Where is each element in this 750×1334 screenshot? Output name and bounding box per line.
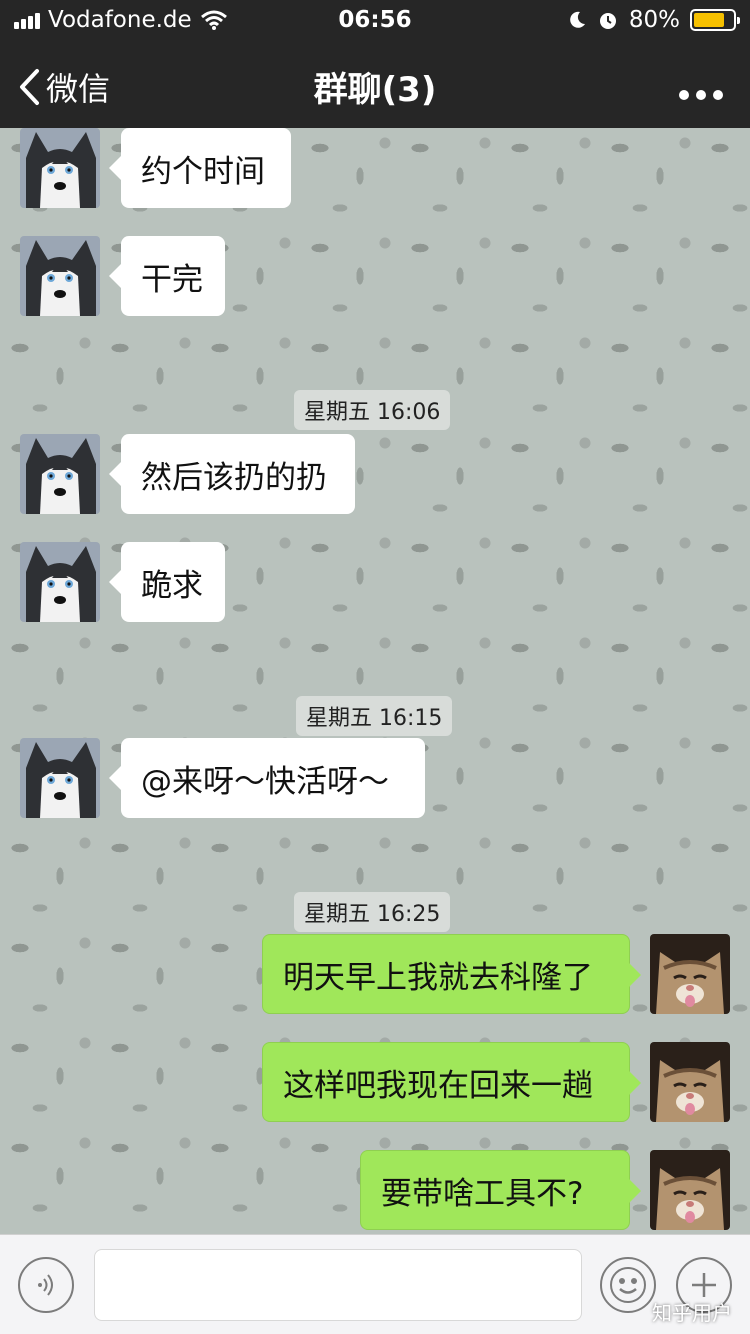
chat-area[interactable]: 约个时间干完星期五 16:06 然后该扔的扔 跪求星期五 16:15 @来呀～快活呀～… xyxy=(0,128,750,1234)
incoming-message[interactable]: 跪求 xyxy=(109,542,225,622)
nav-bar: 微信 群聊(3) xyxy=(0,40,750,128)
timestamp: 星期五 16:06 xyxy=(294,390,451,430)
husky-avatar[interactable] xyxy=(20,128,100,208)
cat-avatar[interactable] xyxy=(650,1150,730,1230)
battery-icon xyxy=(690,9,740,31)
cat-avatar[interactable] xyxy=(650,934,730,1014)
chat-title: 群聊(3) xyxy=(313,70,437,110)
incoming-message[interactable]: 干完 xyxy=(109,236,225,316)
battery-fill xyxy=(694,13,725,27)
outgoing-message[interactable]: 要带啥工具不? xyxy=(360,1150,641,1230)
voice-icon[interactable] xyxy=(18,1257,74,1313)
status-bar: Vodafone.de 06:56 80% xyxy=(0,0,750,40)
incoming-message[interactable]: @来呀～快活呀～ xyxy=(109,738,425,818)
status-right: 80% xyxy=(567,7,740,33)
watermark: 知乎用户 xyxy=(652,1301,732,1325)
outgoing-message[interactable]: 明天早上我就去科隆了 xyxy=(262,934,641,1014)
timestamp: 星期五 16:15 xyxy=(296,696,453,736)
battery-label: 80% xyxy=(628,7,680,33)
incoming-message[interactable]: 然后该扔的扔 xyxy=(109,434,355,514)
timestamp: 星期五 16:25 xyxy=(294,892,451,932)
message-input[interactable] xyxy=(94,1249,582,1321)
husky-avatar[interactable] xyxy=(20,738,100,818)
alarm-icon xyxy=(599,13,616,29)
incoming-message[interactable]: 约个时间 xyxy=(109,128,291,208)
husky-avatar[interactable] xyxy=(20,542,100,622)
more-dots-icon[interactable] xyxy=(678,66,724,110)
input-bar: 知乎用户 xyxy=(0,1234,750,1334)
husky-avatar[interactable] xyxy=(20,236,100,316)
moon-icon xyxy=(570,11,585,28)
emoji-icon[interactable] xyxy=(600,1257,656,1313)
cat-avatar[interactable] xyxy=(650,1042,730,1122)
outgoing-message[interactable]: 这样吧我现在回来一趟 xyxy=(262,1042,641,1122)
husky-avatar[interactable] xyxy=(20,434,100,514)
